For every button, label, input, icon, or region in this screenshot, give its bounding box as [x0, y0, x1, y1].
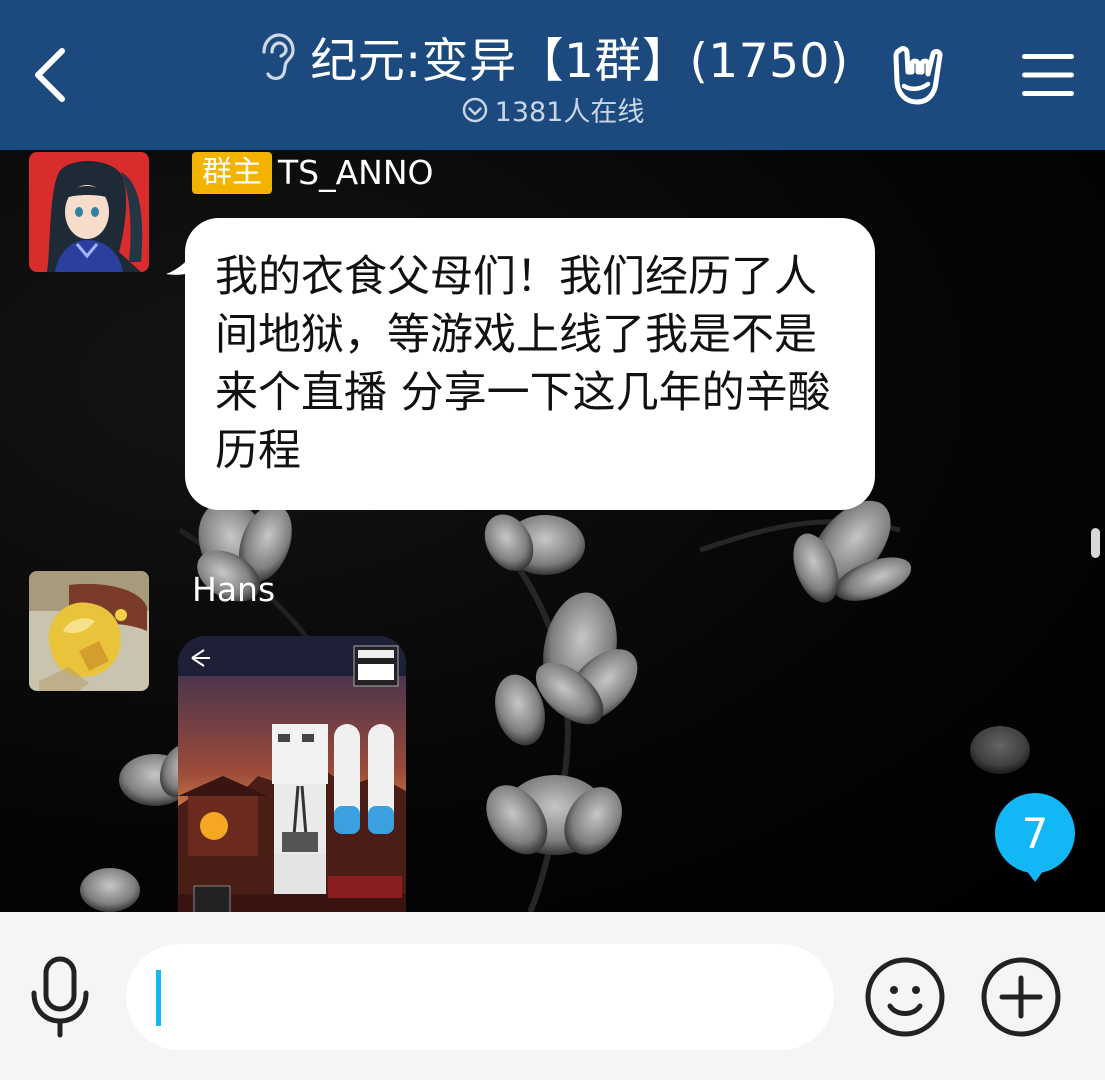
- text-caret: [156, 970, 161, 1026]
- online-count: 1381人在线: [494, 97, 645, 128]
- input-bar: [0, 912, 1105, 1080]
- message-text: 我的衣食父母们！我们经历了人间地狱，等游戏上线了我是不是来个直播 分享一下这几年…: [215, 252, 831, 476]
- emoji-button[interactable]: [864, 956, 946, 1038]
- game-screenshot-thumbnail: [178, 636, 406, 912]
- chat-screen: 纪元:变异【1群】(1750) 1381人在线 群主 TS_ANNO 我的衣食父…: [0, 0, 1105, 1080]
- unread-count: 7: [1021, 808, 1049, 858]
- rock-hand-button[interactable]: [888, 40, 954, 110]
- more-options-button[interactable]: [980, 956, 1062, 1038]
- message-list[interactable]: 群主 TS_ANNO 我的衣食父母们！我们经历了人间地狱，等游戏上线了我是不是来…: [0, 150, 1105, 912]
- rock-hand-icon: [893, 46, 943, 105]
- image-message[interactable]: [178, 636, 406, 912]
- smiley-face-icon: [865, 957, 945, 1037]
- chat-header: 纪元:变异【1群】(1750) 1381人在线: [0, 0, 1105, 150]
- microphone-icon: [31, 956, 89, 1038]
- avatar-ts-anno[interactable]: [29, 152, 149, 272]
- scrollbar-thumb[interactable]: [1091, 528, 1100, 558]
- check-circle-icon: [462, 97, 487, 122]
- unread-messages-badge[interactable]: 7: [994, 792, 1076, 882]
- owner-badge: 群主: [192, 152, 272, 194]
- plus-circle-icon: [981, 957, 1061, 1037]
- sender-name[interactable]: Hans: [192, 570, 275, 610]
- hamburger-menu-icon: [1022, 54, 1074, 96]
- menu-button[interactable]: [1015, 44, 1081, 106]
- ear-icon[interactable]: [256, 32, 296, 82]
- voice-button[interactable]: [22, 954, 98, 1040]
- sender-row: Hans: [192, 570, 275, 610]
- message-bubble[interactable]: 我的衣食父母们！我们经历了人间地狱，等游戏上线了我是不是来个直播 分享一下这几年…: [185, 218, 875, 510]
- sender-name[interactable]: TS_ANNO: [278, 153, 434, 193]
- message-input[interactable]: [126, 944, 834, 1050]
- avatar-hans[interactable]: [29, 571, 149, 691]
- sender-row: 群主 TS_ANNO: [192, 152, 434, 194]
- chat-title: 纪元:变异【1群】(1750): [310, 34, 849, 89]
